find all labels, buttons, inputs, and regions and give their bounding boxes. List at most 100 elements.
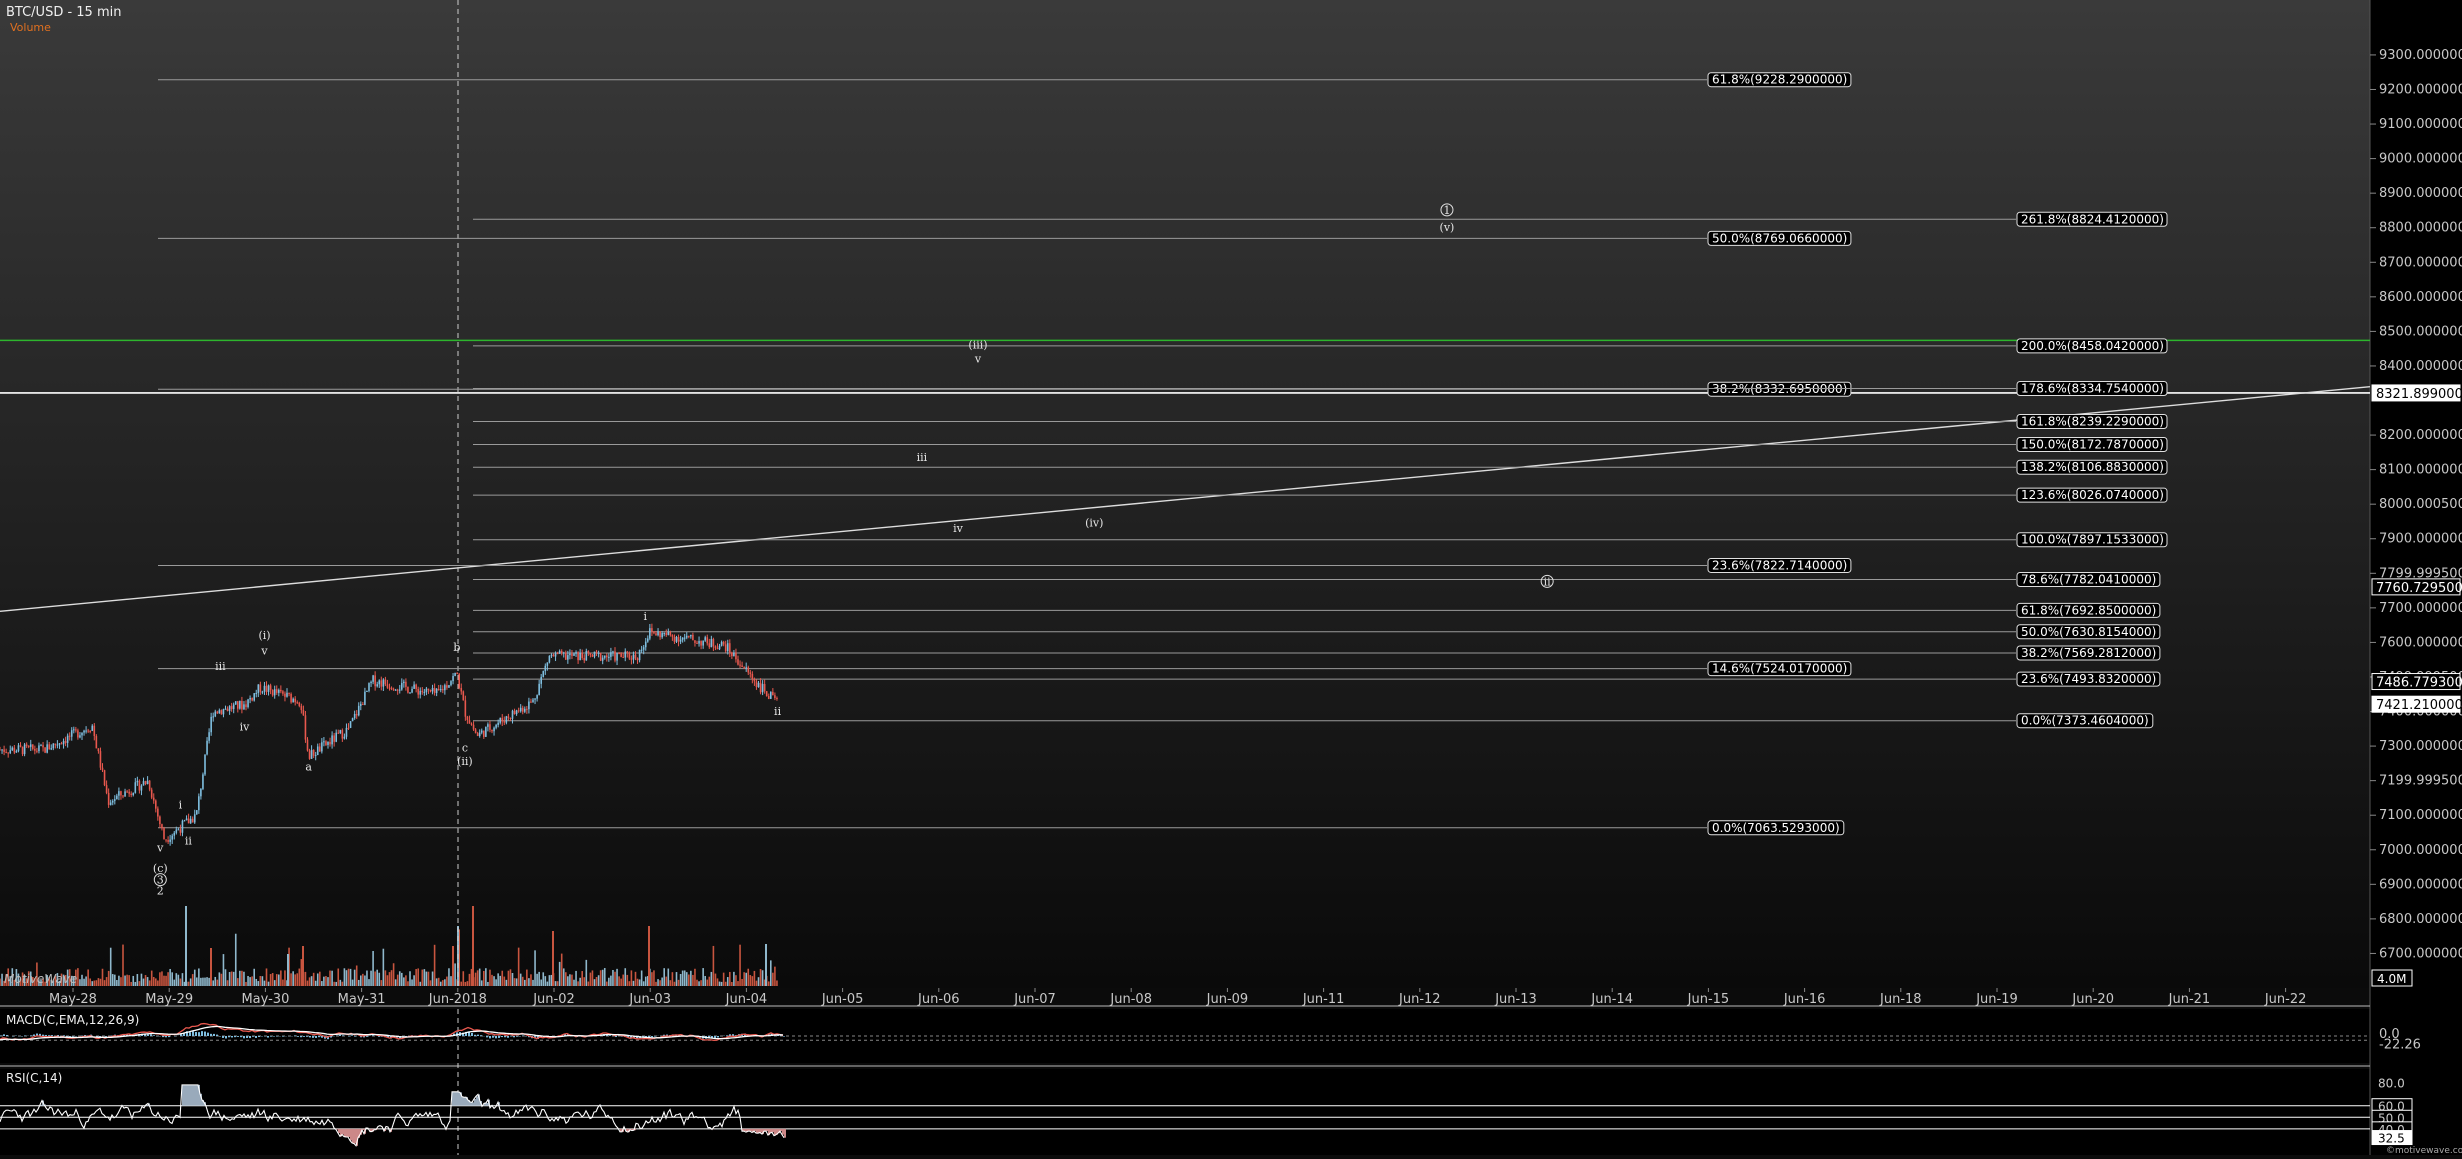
volume-bar (130, 982, 132, 986)
candle-body (762, 684, 764, 692)
candle-body (280, 690, 282, 691)
volume-bar (542, 972, 544, 986)
volume-bar (446, 977, 448, 986)
wave-label: (iv) (1085, 517, 1103, 530)
candle-body (508, 716, 510, 718)
candle-body (208, 732, 210, 741)
volume-bar (752, 976, 754, 986)
volume-bar (307, 981, 309, 986)
volume-spike (552, 931, 554, 986)
macd-histogram-bar (165, 1036, 167, 1037)
candle-body (434, 688, 436, 693)
candle-body (661, 633, 663, 637)
volume-bar (762, 970, 764, 986)
rsi-overbought-fill (458, 1092, 460, 1106)
chart-title: BTC/USD - 15 min (6, 5, 121, 20)
candle-body (702, 641, 704, 646)
volume-bar (424, 969, 426, 986)
candle-body (32, 744, 34, 749)
candle-body (532, 700, 534, 703)
btc-chart[interactable]: 61.8%(9228.2900000)50.0%(8769.0660000)38… (0, 0, 2462, 1155)
candle-body (71, 730, 73, 736)
volume-bar (331, 971, 333, 986)
volume-bar (512, 973, 514, 986)
macd-histogram-bar (162, 1036, 164, 1037)
macd-histogram-bar (246, 1036, 248, 1038)
volume-bar (747, 969, 749, 986)
wave-label: ii (774, 705, 782, 718)
volume-bar (709, 977, 711, 986)
time-tick-label: Jun-11 (1302, 992, 1345, 1007)
candle-body (622, 657, 624, 658)
volume-bar (368, 979, 370, 986)
time-tick-label: May-29 (145, 992, 193, 1007)
macd-histogram-bar (228, 1036, 230, 1037)
candle-body (401, 683, 403, 690)
macd-histogram-bar (342, 1035, 344, 1036)
candle-body (173, 833, 175, 836)
volume-bar (163, 976, 165, 986)
volume-bar (772, 973, 774, 986)
candle-body (446, 685, 448, 688)
volume-bar (235, 934, 237, 986)
rsi-axis-label: 32.5 (2378, 1132, 2405, 1146)
candle-body (723, 642, 725, 645)
volume-bar (774, 967, 776, 986)
volume-bar (704, 976, 706, 986)
candle-body (65, 741, 67, 743)
candle-body (272, 690, 274, 695)
candle-body (14, 748, 16, 753)
price-tick-label: 8500.0000000 (2379, 324, 2462, 339)
volume-bar (91, 981, 93, 986)
volume-bar (670, 980, 672, 986)
volume-bar (198, 968, 200, 986)
candle-body (348, 728, 350, 729)
price-marker-label: 7421.2100000 (2376, 698, 2462, 713)
volume-bar (501, 971, 503, 986)
volume-bar (622, 975, 624, 986)
volume-bar (481, 980, 483, 986)
candle-body (706, 637, 708, 643)
candle-body (374, 675, 376, 686)
candle-body (614, 651, 616, 660)
candle-body (381, 680, 383, 686)
candle-body (202, 774, 204, 788)
candle-body (85, 731, 87, 732)
candle-body (565, 653, 567, 660)
rsi-overbought-fill (196, 1085, 198, 1106)
candle-body (616, 653, 618, 660)
rsi-overbought-fill (456, 1092, 458, 1106)
volume-bar (633, 981, 635, 986)
volume-bar (598, 975, 600, 986)
volume-bar (253, 969, 255, 986)
candle-body (739, 665, 741, 666)
volume-bar (325, 976, 327, 986)
volume-bar (378, 973, 380, 986)
macd-histogram-bar (150, 1034, 152, 1036)
candle-body (145, 781, 147, 784)
volume-bar (436, 978, 438, 986)
candle-body (577, 652, 579, 660)
macd-histogram-bar (303, 1036, 305, 1037)
volume-bar (713, 946, 715, 986)
candle-body (704, 637, 706, 640)
candle-body (153, 798, 155, 801)
volume-bar (219, 972, 221, 986)
volume-bar (602, 970, 604, 986)
candle-body (44, 747, 46, 752)
volume-bar (141, 974, 143, 986)
volume-bar (149, 980, 151, 986)
candle-body (288, 693, 290, 694)
candle-body (198, 796, 200, 810)
candle-body (649, 628, 651, 638)
time-tick-label: Jun-2018 (428, 992, 487, 1007)
volume-bar (530, 974, 532, 986)
macd-histogram-bar (507, 1036, 509, 1038)
macd-histogram-bar (6, 1035, 8, 1036)
candle-body (321, 742, 323, 751)
macd-title: MACD(C,EMA,12,26,9) (6, 1013, 139, 1027)
volume-bar (549, 975, 551, 986)
candle-body (612, 651, 614, 652)
candle-body (237, 701, 239, 708)
volume-legend: Volume (10, 21, 51, 34)
